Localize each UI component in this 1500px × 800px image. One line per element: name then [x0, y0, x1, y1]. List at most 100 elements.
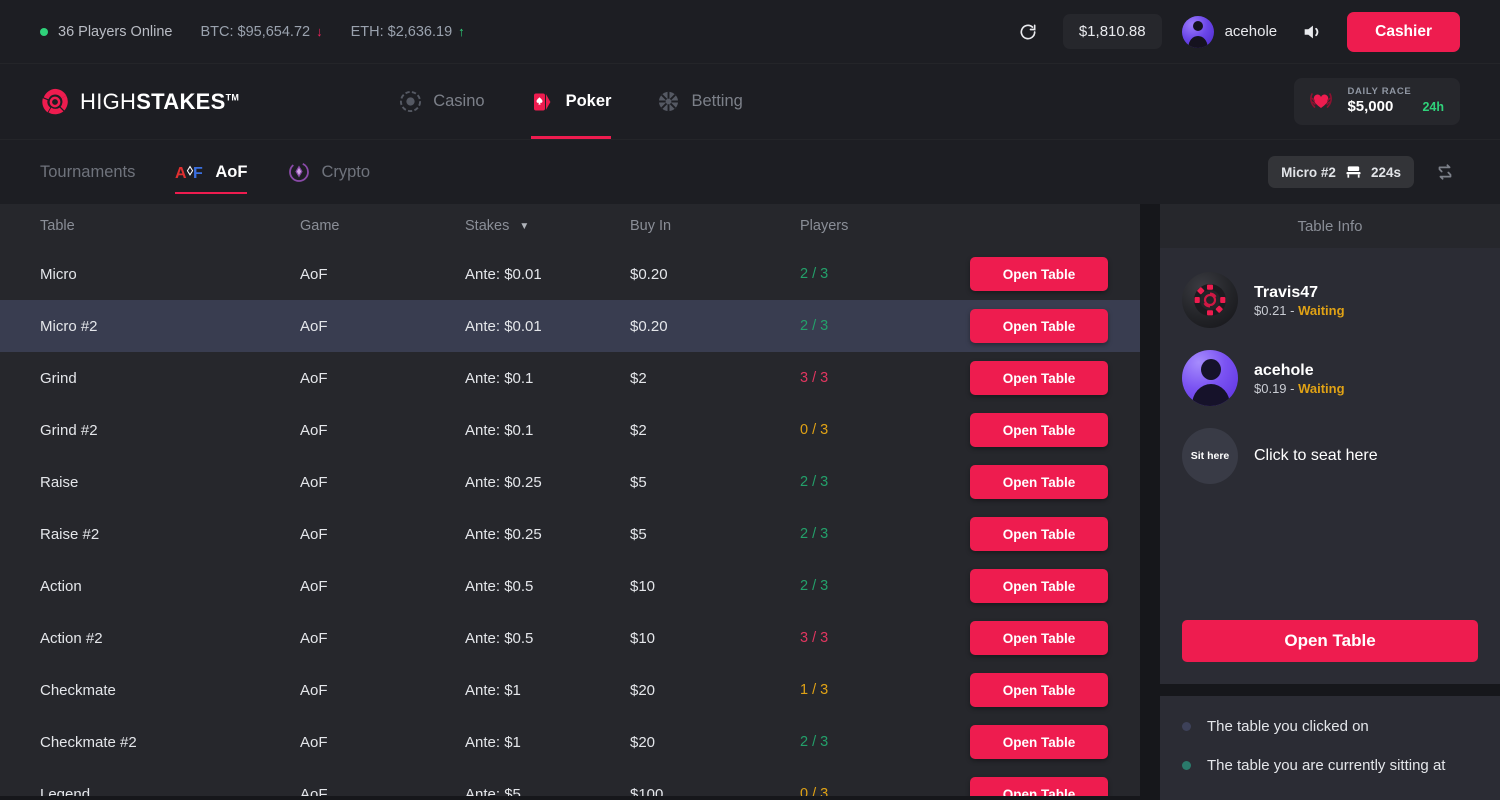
tab-aof-label: AoF [215, 162, 248, 181]
table-list-panel: Table Game Stakes ▼ Buy In Players Micro… [0, 204, 1140, 796]
cell-buyin: $5 [630, 473, 647, 491]
cell-stakes: Ante: $0.5 [465, 577, 534, 595]
top-bar-right: $1,810.88 acehole Cashier [1013, 11, 1480, 52]
open-table-button[interactable]: Open Table [970, 673, 1108, 707]
current-seat-table: Micro #2 [1281, 164, 1336, 180]
repeat-button[interactable] [1430, 157, 1460, 187]
cell-stakes: Ante: $0.25 [465, 525, 542, 543]
table-row[interactable]: Checkmate AoF Ante: $1 $20 1 / 3 Open Table [0, 664, 1140, 716]
open-table-button[interactable]: Open Table [970, 725, 1108, 759]
nav-item-poker[interactable]: Poker [530, 64, 612, 139]
table-row[interactable]: Raise #2 AoF Ante: $0.25 $5 2 / 3 Open Table [0, 508, 1140, 560]
open-table-button[interactable]: Open Table [970, 413, 1108, 447]
players-online: 36 Players Online [40, 24, 172, 40]
top-bar-left: 36 Players Online BTC: $95,654.72 ↓ ETH:… [20, 24, 465, 40]
eth-ticker: ETH: $2,636.19 ↑ [351, 24, 465, 40]
main-nav-items: Casino Poker Betting [399, 64, 743, 139]
cell-game: AoF [300, 785, 328, 797]
sub-nav-bar: Tournaments A F AoF Crypto Micro #2 224s [0, 140, 1500, 204]
seat-stack-status: $0.21 - Waiting [1254, 303, 1345, 318]
open-table-button[interactable]: Open Table [970, 257, 1108, 291]
cell-players: 2 / 3 [800, 474, 829, 490]
logo[interactable]: HIGHSTAKESTM [40, 87, 239, 117]
legend-label-clicked: The table you clicked on [1207, 718, 1369, 735]
cell-players: 2 / 3 [800, 578, 829, 594]
seat-status: Waiting [1298, 381, 1345, 397]
cashier-button[interactable]: Cashier [1347, 11, 1460, 52]
tab-tournaments-label: Tournaments [40, 162, 136, 181]
legend-label-sitting: The table you are currently sitting at [1207, 757, 1446, 774]
tab-crypto[interactable]: Crypto [287, 140, 370, 204]
cell-table-name: Grind #2 [40, 421, 98, 439]
nav-item-casino[interactable]: Casino [399, 64, 485, 139]
chip-avatar [1182, 272, 1238, 328]
open-table-button[interactable]: Open Table [970, 465, 1108, 499]
cell-table-name: Checkmate [40, 681, 116, 699]
table-row[interactable]: Micro AoF Ante: $0.01 $0.20 2 / 3 Open Table [0, 248, 1140, 300]
user-menu[interactable]: acehole [1181, 15, 1277, 48]
refresh-button[interactable] [1013, 17, 1043, 47]
cell-buyin: $0.20 [630, 265, 668, 283]
seat-icon [1346, 166, 1361, 178]
cell-stakes: Ante: $0.1 [465, 369, 534, 387]
open-table-primary-button[interactable]: Open Table [1182, 620, 1478, 662]
open-table-button[interactable]: Open Table [970, 309, 1108, 343]
column-header-stakes[interactable]: Stakes ▼ [465, 218, 630, 234]
cell-buyin: $20 [630, 733, 656, 751]
cell-stakes: Ante: $0.5 [465, 629, 534, 647]
column-header-stakes-label: Stakes [465, 218, 510, 234]
table-row[interactable]: Legend AoF Ante: $5 $100 0 / 3 Open Table [0, 768, 1140, 796]
tab-tournaments[interactable]: Tournaments [40, 140, 135, 204]
empty-seat-icon[interactable]: Sit here [1182, 428, 1238, 484]
seat-row-acehole: acehole $0.19 - Waiting [1182, 350, 1478, 406]
daily-race-timer: 24h [1422, 99, 1444, 114]
cell-table-name: Grind [40, 369, 77, 387]
current-seat-timer: 224s [1370, 164, 1401, 180]
cell-buyin: $10 [630, 629, 656, 647]
seat-row-travis47: Travis47 $0.21 - Waiting [1182, 272, 1478, 328]
open-table-button[interactable]: Open Table [970, 361, 1108, 395]
cell-players: 0 / 3 [800, 786, 829, 796]
cell-buyin: $100 [630, 785, 664, 797]
column-header-table: Table [40, 218, 75, 234]
crypto-icon [289, 162, 310, 182]
tab-crypto-label: Crypto [321, 162, 371, 181]
highstakes-logo-icon [42, 88, 68, 114]
cell-table-name: Action [40, 577, 82, 595]
table-row[interactable]: Checkmate #2 AoF Ante: $1 $20 2 / 3 Open Tabl… [0, 716, 1140, 768]
table-row[interactable]: Action #2 AoF Ante: $0.5 $10 3 / 3 Open Table [0, 612, 1140, 664]
open-table-button[interactable]: Open Table [970, 777, 1108, 796]
daily-race-amount: $5,000 [1347, 98, 1394, 116]
current-seat-chip[interactable]: Micro #2 224s [1268, 156, 1414, 188]
table-row[interactable]: Raise AoF Ante: $0.25 $5 2 / 3 Open Table [0, 456, 1140, 508]
daily-race-badge[interactable]: DAILY RACE $5,000 24h [1294, 78, 1460, 125]
cell-players: 0 / 3 [800, 422, 829, 438]
cell-table-name: Legend [40, 785, 91, 797]
tab-aof[interactable]: A F AoF [175, 140, 248, 204]
open-table-button[interactable]: Open Table [970, 621, 1108, 655]
table-row[interactable]: Grind AoF Ante: $0.1 $2 3 / 3 Open Table [0, 352, 1140, 404]
open-table-button[interactable]: Open Table [970, 569, 1108, 603]
cell-table-name: Checkmate #2 [40, 733, 137, 751]
table-row[interactable]: Action AoF Ante: $0.5 $10 2 / 3 Open Table [0, 560, 1140, 612]
nav-item-poker-label: Poker [565, 92, 612, 110]
table-row[interactable]: Micro #2 AoF Ante: $0.01 $0.20 2 / 3 Open Tab… [0, 300, 1140, 352]
cell-buyin: $20 [630, 681, 656, 699]
cell-game: AoF [300, 369, 328, 387]
logo-text: HIGHSTAKESTM [80, 89, 239, 115]
sound-toggle-button[interactable] [1297, 17, 1327, 47]
logo-tm: TM [225, 92, 240, 103]
balance-display[interactable]: $1,810.88 [1062, 14, 1162, 49]
top-bar: 36 Players Online BTC: $95,654.72 ↓ ETH:… [0, 0, 1500, 64]
cell-table-name: Raise #2 [40, 525, 100, 543]
nav-item-betting[interactable]: Betting [657, 64, 743, 139]
table-row[interactable]: Grind #2 AoF Ante: $0.1 $2 0 / 3 Open Table [0, 404, 1140, 456]
seat-row-empty[interactable]: Sit here Click to seat here [1182, 428, 1478, 484]
table-info-panel: Table Info Travis47 $0.21 - Waiting aceh… [1160, 204, 1500, 684]
open-table-button[interactable]: Open Table [970, 517, 1108, 551]
cell-stakes: Ante: $1 [465, 681, 521, 699]
cell-game: AoF [300, 733, 328, 751]
cell-game: AoF [300, 681, 328, 699]
table-rows-container: Micro AoF Ante: $0.01 $0.20 2 / 3 Open Table M… [0, 248, 1140, 796]
cell-buyin: $2 [630, 369, 647, 387]
